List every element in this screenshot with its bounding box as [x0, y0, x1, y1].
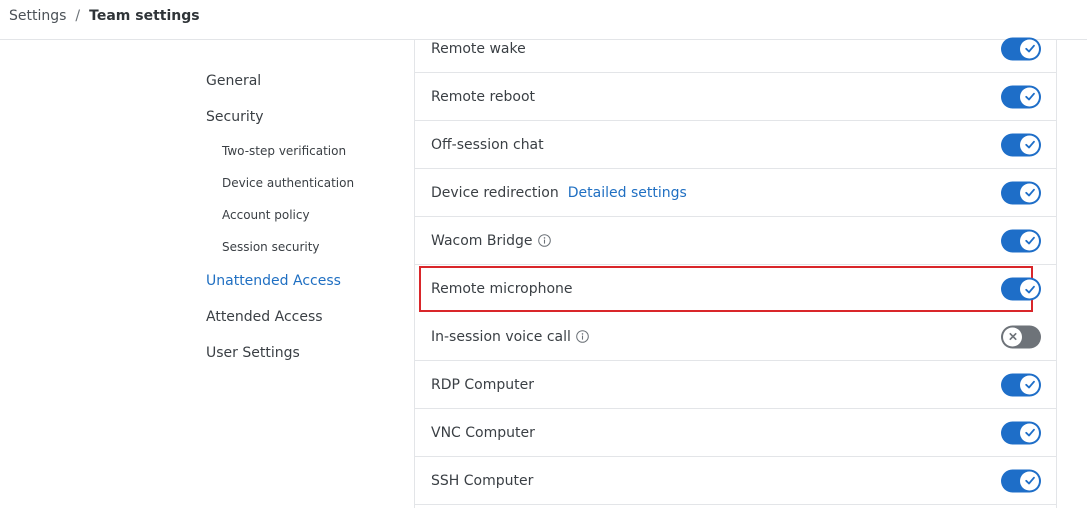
checkmark-icon: [1020, 183, 1039, 202]
breadcrumb: Settings / Team settings: [9, 7, 200, 25]
sidebar-item-attended-access[interactable]: Attended Access: [206, 309, 323, 325]
settings-list: Remote wake Remote reboot Off-session ch…: [414, 37, 1057, 508]
setting-label: Off-session chat: [431, 136, 544, 153]
setting-row-remote-microphone: Remote microphone: [419, 266, 1041, 312]
toggle-remote-reboot[interactable]: [1001, 85, 1041, 108]
x-icon: [1003, 327, 1022, 346]
toggle-in-session-voice-call[interactable]: [1001, 325, 1041, 348]
checkmark-icon: [1020, 423, 1039, 442]
toggle-ssh-computer[interactable]: [1001, 469, 1041, 492]
sidebar-item-two-step-verification[interactable]: Two-step verification: [222, 144, 346, 158]
setting-row-in-session-voice-call: In-session voice call: [415, 313, 1057, 361]
toggle-rdp-computer[interactable]: [1001, 373, 1041, 396]
setting-row-remote-reboot: Remote reboot: [415, 73, 1057, 121]
setting-row-vnc-computer: VNC Computer: [415, 409, 1057, 457]
toggle-wacom-bridge[interactable]: [1001, 229, 1041, 252]
checkmark-icon: [1020, 87, 1039, 106]
setting-label: VNC Computer: [431, 424, 535, 441]
toggle-device-redirection[interactable]: [1001, 181, 1041, 204]
sidebar-item-user-settings[interactable]: User Settings: [206, 345, 300, 361]
setting-label: Wacom Bridge: [431, 232, 533, 249]
setting-label: RDP Computer: [431, 376, 534, 393]
checkmark-icon: [1020, 279, 1039, 299]
sidebar-item-unattended-access[interactable]: Unattended Access: [206, 273, 341, 289]
breadcrumb-settings-link[interactable]: Settings: [9, 8, 66, 24]
setting-row-rdp-computer: RDP Computer: [415, 361, 1057, 409]
setting-row-ssh-computer: SSH Computer: [415, 457, 1057, 505]
checkmark-icon: [1020, 135, 1039, 154]
setting-label: Remote microphone: [431, 281, 573, 297]
info-icon[interactable]: [576, 330, 589, 343]
setting-row-device-redirection: Device redirection Detailed settings: [415, 169, 1057, 217]
detailed-settings-link[interactable]: Detailed settings: [568, 185, 687, 201]
setting-row-remote-wake: Remote wake: [415, 25, 1057, 73]
toggle-vnc-computer[interactable]: [1001, 421, 1041, 444]
sidebar-item-security[interactable]: Security: [206, 109, 264, 125]
toggle-off-session-chat[interactable]: [1001, 133, 1041, 156]
setting-label: In-session voice call: [431, 328, 571, 345]
setting-label: Device redirection: [431, 184, 559, 201]
breadcrumb-separator: /: [75, 8, 81, 24]
setting-row-wacom-bridge: Wacom Bridge: [415, 217, 1057, 265]
setting-row-off-session-chat: Off-session chat: [415, 121, 1057, 169]
sidebar-item-account-policy[interactable]: Account policy: [222, 208, 310, 222]
sidebar-item-device-authentication[interactable]: Device authentication: [222, 176, 354, 190]
checkmark-icon: [1020, 231, 1039, 250]
sidebar-item-general[interactable]: General: [206, 73, 261, 89]
toggle-remote-wake[interactable]: [1001, 37, 1041, 60]
info-icon[interactable]: [537, 234, 551, 247]
setting-label: SSH Computer: [431, 472, 534, 489]
setting-label: Remote wake: [431, 40, 526, 57]
checkmark-icon: [1020, 375, 1039, 394]
setting-label: Remote reboot: [431, 88, 536, 105]
sidebar-item-session-security[interactable]: Session security: [222, 240, 320, 254]
settings-sidebar: General Security Two-step verification D…: [0, 40, 414, 508]
checkmark-icon: [1020, 39, 1039, 58]
breadcrumb-current: Team settings: [89, 8, 200, 24]
toggle-remote-microphone[interactable]: [1001, 277, 1041, 301]
checkmark-icon: [1020, 471, 1039, 490]
